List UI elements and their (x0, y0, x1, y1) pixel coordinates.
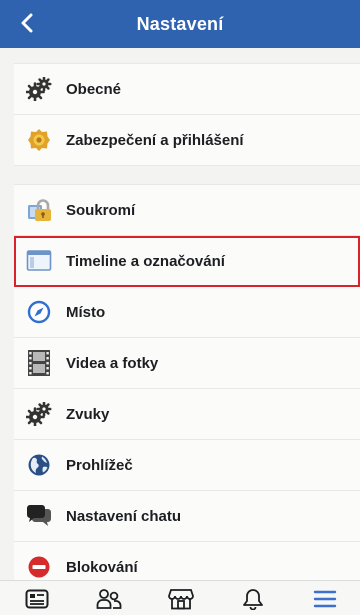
tab-marketplace[interactable] (166, 585, 196, 613)
notifications-icon (243, 589, 263, 610)
tab-menu[interactable] (310, 585, 340, 613)
gears-icon (24, 74, 54, 104)
friends-icon (96, 589, 122, 609)
settings-item-videos-photos[interactable]: Videa a fotky (14, 338, 360, 389)
block-icon (24, 552, 54, 582)
padlock-icon (24, 195, 54, 225)
settings-item-label: Zvuky (66, 405, 110, 423)
globe-icon (24, 450, 54, 480)
bottom-tab-bar (0, 580, 360, 615)
settings-item-general[interactable]: Obecné (14, 63, 360, 115)
settings-item-label: Videa a fotky (66, 354, 159, 372)
settings-item-label: Místo (66, 303, 106, 321)
settings-list: Obecné Zabezpečení a přihlášení Soukromí (14, 63, 360, 593)
film-strip-icon (24, 348, 54, 378)
settings-item-security[interactable]: Zabezpečení a přihlášení (14, 115, 360, 166)
settings-item-label: Soukromí (66, 201, 136, 219)
menu-icon (313, 590, 337, 608)
compass-icon (24, 297, 54, 327)
settings-item-label: Blokování (66, 558, 138, 576)
tab-friends[interactable] (94, 585, 124, 613)
top-header: Nastavení (0, 0, 360, 48)
tab-notifications[interactable] (238, 585, 268, 613)
page-title: Nastavení (136, 14, 224, 34)
settings-item-sounds[interactable]: Zvuky (14, 389, 360, 440)
gears-icon (24, 399, 54, 429)
settings-item-label: Zabezpečení a přihlášení (66, 131, 244, 149)
shield-badge-icon (24, 125, 54, 155)
tab-news-feed[interactable] (22, 585, 52, 613)
settings-item-privacy[interactable]: Soukromí (14, 184, 360, 236)
settings-item-label: Obecné (66, 80, 122, 98)
settings-item-timeline[interactable]: Timeline a označování (14, 236, 360, 287)
timeline-window-icon (24, 246, 54, 276)
settings-item-chat[interactable]: Nastavení chatu (14, 491, 360, 542)
settings-item-browser[interactable]: Prohlížeč (14, 440, 360, 491)
news-feed-icon (25, 589, 49, 609)
settings-item-label: Timeline a označování (66, 252, 225, 270)
chat-bubbles-icon (24, 501, 54, 531)
settings-item-label: Nastavení chatu (66, 507, 182, 525)
settings-item-label: Prohlížeč (66, 456, 133, 474)
settings-item-location[interactable]: Místo (14, 287, 360, 338)
marketplace-icon (168, 589, 194, 610)
